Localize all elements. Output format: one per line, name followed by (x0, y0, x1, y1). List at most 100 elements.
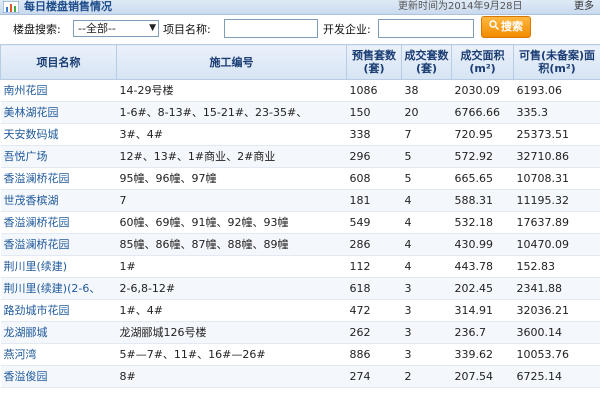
sold-area-cell: 207.54 (451, 365, 514, 388)
presale-count-cell: 150 (346, 101, 402, 124)
table-row[interactable]: 路劲城市花园 1#、4# 472 3 314.91 32036.21 (0, 299, 600, 322)
sales-table: 项目名称 施工编号 预售套数(套) 成交套数(套) 成交面积(m²) 可售(未备… (0, 44, 600, 388)
column-header-code: 施工编号 (116, 44, 347, 80)
sold-count-cell: 3 (401, 277, 452, 300)
sold-area-cell: 720.95 (451, 123, 514, 146)
search-button[interactable]: 搜索 (481, 16, 531, 38)
sold-count-cell: 3 (401, 321, 452, 344)
available-area-cell: 32710.86 (513, 145, 600, 168)
build-code-cell: 1#、4# (116, 299, 347, 322)
available-area-cell: 6193.06 (513, 79, 600, 102)
project-name-cell[interactable]: 香溢俊园 (0, 365, 117, 388)
project-name-input[interactable] (224, 19, 318, 38)
table-row[interactable]: 燕河湾 5#—7#、11#、16#—26# 886 3 339.62 10053.76 (0, 343, 600, 366)
build-code-cell: 1# (116, 255, 347, 278)
sold-count-cell: 3 (401, 343, 452, 366)
project-name-cell[interactable]: 香溢澜桥花园 (0, 167, 117, 190)
project-name-cell[interactable]: 香溢澜桥花园 (0, 233, 117, 256)
presale-count-cell: 1086 (346, 79, 402, 102)
district-select[interactable]: --全部-- ▼ (73, 20, 159, 37)
table-row[interactable]: 香溢澜桥花园 85幢、86幢、87幢、88幢、89幢 286 4 430.99 10470… (0, 233, 600, 256)
build-code-cell: 1-6#、8-13#、15-21#、23-35#、 (116, 101, 347, 124)
available-area-cell: 17637.89 (513, 211, 600, 234)
sold-area-cell: 572.92 (451, 145, 514, 168)
table-row[interactable]: 荆川里(续建) 1# 112 4 443.78 152.83 (0, 255, 600, 278)
sold-count-cell: 4 (401, 233, 452, 256)
presale-count-cell: 549 (346, 211, 402, 234)
build-code-cell: 95幢、96幢、97幢 (116, 167, 347, 190)
available-area-cell: 335.3 (513, 101, 600, 124)
available-area-cell: 11195.32 (513, 189, 600, 212)
presale-count-cell: 296 (346, 145, 402, 168)
table-row[interactable]: 吾悦广场 12#、13#、1#商业、2#商业 296 5 572.92 32710.86 (0, 145, 600, 168)
build-code-cell: 5#—7#、11#、16#—26# (116, 343, 347, 366)
build-code-cell: 7 (116, 189, 347, 212)
developer-input[interactable] (378, 19, 474, 38)
project-name-cell[interactable]: 美林湖花园 (0, 101, 117, 124)
table-row[interactable]: 美林湖花园 1-6#、8-13#、15-21#、23-35#、 150 20 6766.… (0, 101, 600, 124)
chevron-down-icon: ▼ (149, 23, 156, 33)
district-select-value: --全部-- (78, 22, 116, 35)
presale-count-cell: 618 (346, 277, 402, 300)
sold-area-cell: 532.18 (451, 211, 514, 234)
sold-count-cell: 4 (401, 189, 452, 212)
presale-count-cell: 181 (346, 189, 402, 212)
project-name-cell[interactable]: 荆川里(续建)(2-6、 (0, 277, 117, 300)
project-name-cell[interactable]: 天安数码城 (0, 123, 117, 146)
build-code-cell: 12#、13#、1#商业、2#商业 (116, 145, 347, 168)
table-row[interactable]: 香溢澜桥花园 95幢、96幢、97幢 608 5 665.65 10708.31 (0, 167, 600, 190)
update-time: 更新时间为2014年9月28日 (398, 1, 523, 12)
column-header-area: 成交面积(m²) (451, 44, 514, 80)
table-row[interactable]: 龙湖郦城 龙湖郦城126号楼 262 3 236.7 3600.14 (0, 321, 600, 344)
sold-count-cell: 7 (401, 123, 452, 146)
build-code-cell: 8# (116, 365, 347, 388)
sold-area-cell: 314.91 (451, 299, 514, 322)
build-code-cell: 3#、4# (116, 123, 347, 146)
project-name-cell[interactable]: 龙湖郦城 (0, 321, 117, 344)
search-button-label: 搜索 (501, 20, 523, 33)
sold-area-cell: 202.45 (451, 277, 514, 300)
build-code-cell: 2-6,8-12# (116, 277, 347, 300)
sold-count-cell: 38 (401, 79, 452, 102)
table-row[interactable]: 天安数码城 3#、4# 338 7 720.95 25373.51 (0, 123, 600, 146)
search-icon (489, 17, 500, 37)
table-header-row: 项目名称 施工编号 预售套数(套) 成交套数(套) 成交面积(m²) 可售(未备… (0, 44, 600, 80)
project-name-cell[interactable]: 荆川里(续建) (0, 255, 117, 278)
table-row[interactable]: 香溢俊园 8# 274 2 207.54 6725.14 (0, 365, 600, 388)
presale-count-cell: 262 (346, 321, 402, 344)
build-code-cell: 85幢、86幢、87幢、88幢、89幢 (116, 233, 347, 256)
column-header-project: 项目名称 (0, 44, 117, 80)
presale-count-cell: 286 (346, 233, 402, 256)
sold-count-cell: 4 (401, 211, 452, 234)
available-area-cell: 10708.31 (513, 167, 600, 190)
sold-area-cell: 588.31 (451, 189, 514, 212)
project-name-cell[interactable]: 路劲城市花园 (0, 299, 117, 322)
available-area-cell: 25373.51 (513, 123, 600, 146)
table-row[interactable]: 香溢澜桥花园 60幢、69幢、91幢、92幢、93幢 549 4 532.18 17637… (0, 211, 600, 234)
page-title: 每日楼盘销售情况 (24, 0, 112, 13)
project-name-cell[interactable]: 吾悦广场 (0, 145, 117, 168)
available-area-cell: 2341.88 (513, 277, 600, 300)
sold-area-cell: 430.99 (451, 233, 514, 256)
sold-count-cell: 20 (401, 101, 452, 124)
available-area-cell: 10053.76 (513, 343, 600, 366)
sold-count-cell: 3 (401, 299, 452, 322)
project-name-cell[interactable]: 燕河湾 (0, 343, 117, 366)
sold-area-cell: 443.78 (451, 255, 514, 278)
search-bar: 楼盘搜索: --全部-- ▼ 项目名称: 开发企业: 搜索 (0, 15, 600, 45)
table-row[interactable]: 荆川里(续建)(2-6、 2-6,8-12# 618 3 202.45 2341.88 (0, 277, 600, 300)
project-name-cell[interactable]: 香溢澜桥花园 (0, 211, 117, 234)
sold-count-cell: 2 (401, 365, 452, 388)
table-row[interactable]: 世茂香槟湖 7 181 4 588.31 11195.32 (0, 189, 600, 212)
presale-count-cell: 338 (346, 123, 402, 146)
district-label: 楼盘搜索: (13, 23, 61, 36)
project-name-cell[interactable]: 南州花园 (0, 79, 117, 102)
presale-count-cell: 112 (346, 255, 402, 278)
build-code-cell: 龙湖郦城126号楼 (116, 321, 347, 344)
presale-count-cell: 886 (346, 343, 402, 366)
project-name-cell[interactable]: 世茂香槟湖 (0, 189, 117, 212)
sold-count-cell: 4 (401, 255, 452, 278)
table-row[interactable]: 南州花园 14-29号楼 1086 38 2030.09 6193.06 (0, 79, 600, 102)
sold-count-cell: 5 (401, 167, 452, 190)
sold-area-cell: 339.62 (451, 343, 514, 366)
